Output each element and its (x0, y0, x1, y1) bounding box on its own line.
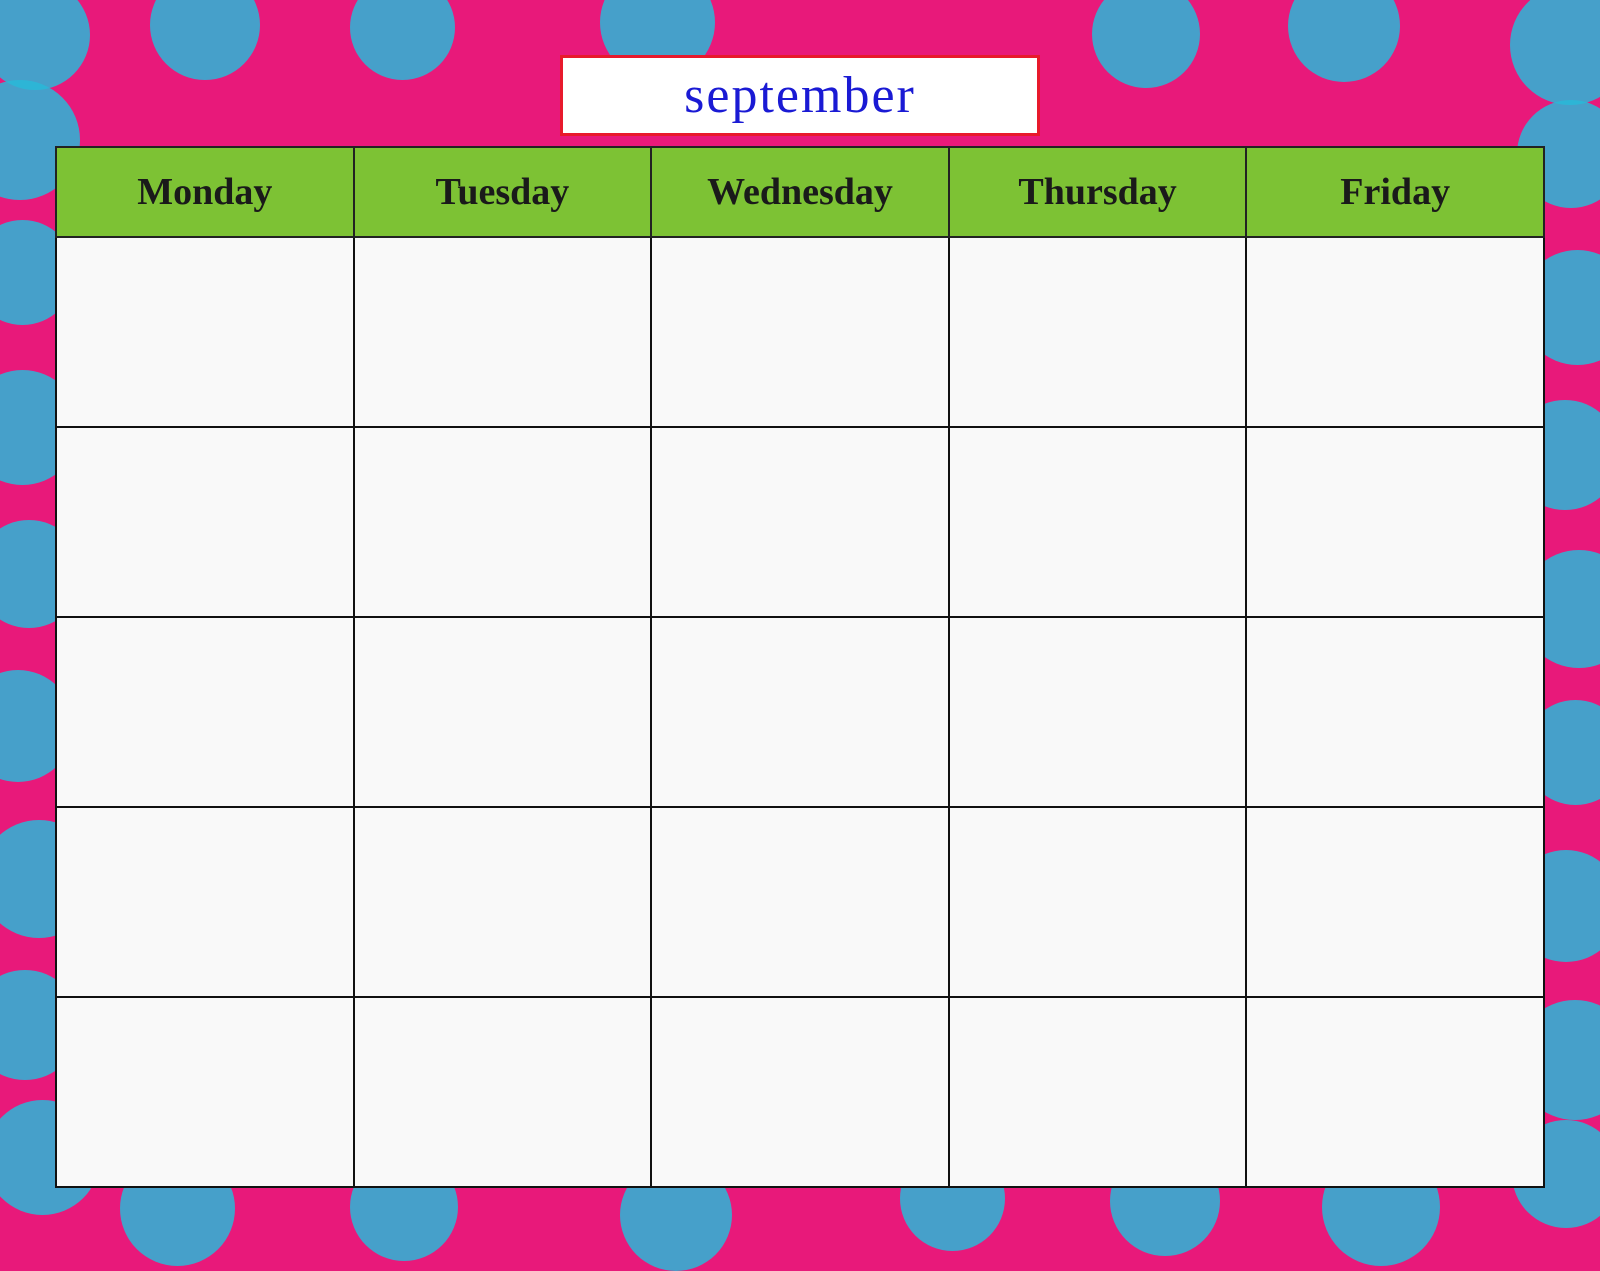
header-monday: Monday (56, 147, 354, 237)
cell-row5-col4[interactable] (949, 997, 1247, 1187)
cell-row1-col5[interactable] (1246, 237, 1544, 427)
calendar-row-2 (56, 427, 1544, 617)
cell-row3-col1[interactable] (56, 617, 354, 807)
cell-row1-col1[interactable] (56, 237, 354, 427)
cell-row5-col2[interactable] (354, 997, 652, 1187)
cell-row1-col3[interactable] (651, 237, 949, 427)
cell-row1-col4[interactable] (949, 237, 1247, 427)
calendar-row-5 (56, 997, 1544, 1187)
cell-row4-col4[interactable] (949, 807, 1247, 997)
cell-row5-col5[interactable] (1246, 997, 1544, 1187)
calendar-header-row: Monday Tuesday Wednesday Thursday Friday (56, 147, 1544, 237)
cell-row3-col4[interactable] (949, 617, 1247, 807)
cell-row2-col3[interactable] (651, 427, 949, 617)
header-thursday: Thursday (949, 147, 1247, 237)
header-wednesday: Wednesday (651, 147, 949, 237)
cell-row5-col3[interactable] (651, 997, 949, 1187)
cell-row4-col3[interactable] (651, 807, 949, 997)
content-wrapper: september Monday Tuesday Wednesday Thurs… (55, 55, 1545, 1181)
calendar-row-3 (56, 617, 1544, 807)
cell-row4-col5[interactable] (1246, 807, 1544, 997)
cell-row1-col2[interactable] (354, 237, 652, 427)
cell-row2-col5[interactable] (1246, 427, 1544, 617)
cell-row3-col5[interactable] (1246, 617, 1544, 807)
cell-row2-col2[interactable] (354, 427, 652, 617)
month-title-box: september (560, 55, 1040, 136)
header-friday: Friday (1246, 147, 1544, 237)
cell-row3-col2[interactable] (354, 617, 652, 807)
cell-row4-col1[interactable] (56, 807, 354, 997)
cell-row2-col1[interactable] (56, 427, 354, 617)
cell-row4-col2[interactable] (354, 807, 652, 997)
calendar-grid: Monday Tuesday Wednesday Thursday Friday (55, 146, 1545, 1188)
calendar-row-1 (56, 237, 1544, 427)
month-title: september (684, 67, 916, 124)
calendar-row-4 (56, 807, 1544, 997)
cell-row2-col4[interactable] (949, 427, 1247, 617)
cell-row3-col3[interactable] (651, 617, 949, 807)
header-tuesday: Tuesday (354, 147, 652, 237)
cell-row5-col1[interactable] (56, 997, 354, 1187)
